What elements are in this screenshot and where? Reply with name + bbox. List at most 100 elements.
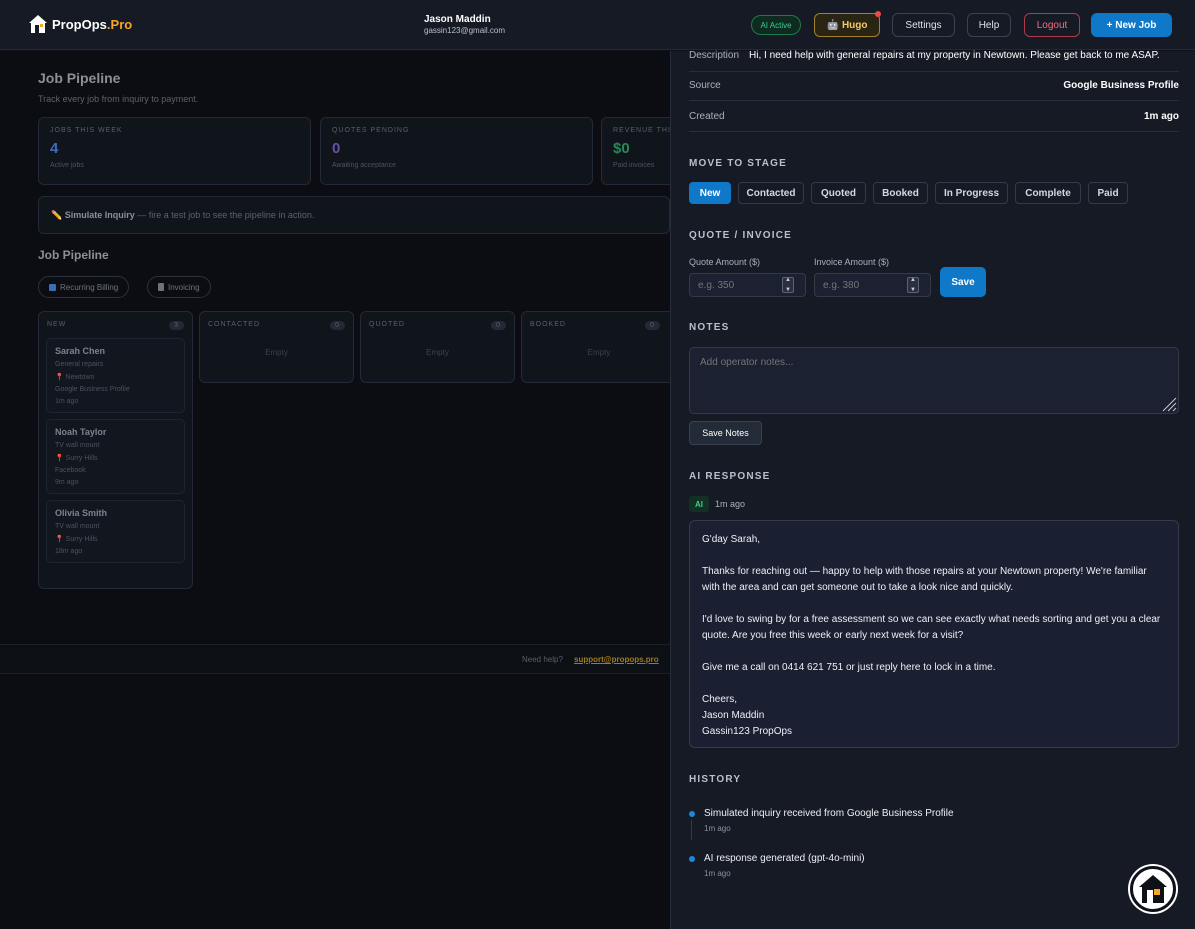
invoicing-chip[interactable]: Invoicing: [147, 276, 211, 298]
page-title: Job Pipeline: [38, 70, 121, 86]
quote-amount-label: Quote Amount ($): [689, 257, 761, 267]
description-row: Description Hi, I need help with general…: [689, 39, 1179, 72]
chat-launcher-button[interactable]: [1130, 866, 1176, 912]
ai-signoff-line: Cheers,: [702, 694, 738, 705]
hugo-label: Hugo: [841, 19, 868, 31]
ai-response-time: 1m ago: [715, 499, 746, 509]
app-logo[interactable]: PropOps.Pro: [28, 14, 132, 34]
quote-amount-stepper[interactable]: [782, 277, 794, 293]
app-name: PropOps.Pro: [52, 16, 133, 32]
column-count: 0: [491, 321, 506, 330]
save-amounts-button[interactable]: Save: [940, 267, 986, 297]
job-service: General repairs: [55, 361, 104, 368]
settings-button[interactable]: Settings: [892, 13, 955, 37]
new-job-button[interactable]: + New Job: [1091, 13, 1172, 37]
stat-value: $0: [613, 140, 630, 157]
stat-label: JOBS THIS WEEK: [50, 127, 123, 134]
pipeline-column-contacted: CONTACTED 0 Empty: [199, 311, 354, 383]
created-row: Created 1m ago: [689, 101, 1179, 132]
history-title: HISTORY: [689, 774, 742, 785]
ai-status-badge: AI Active: [751, 15, 801, 35]
quote-invoice-title: QUOTE / INVOICE: [689, 230, 793, 241]
job-source: Google Business Profile: [55, 386, 130, 393]
invoice-amount-label: Invoice Amount ($): [814, 257, 890, 267]
stage-button-paid[interactable]: Paid: [1088, 182, 1128, 204]
recurring-billing-chip[interactable]: Recurring Billing: [38, 276, 130, 298]
chip-label: Recurring Billing: [60, 282, 119, 292]
house-logo-icon: [29, 15, 47, 33]
simulate-label: Simulate Inquiry: [64, 210, 135, 220]
simulate-inquiry-bar[interactable]: ✏️ Simulate Inquiry — fire a test job to…: [38, 196, 670, 234]
column-count: 0: [330, 321, 345, 330]
history-text: Simulated inquiry received from Google B…: [704, 808, 954, 819]
source-row: Source Google Business Profile: [689, 70, 1179, 101]
calendar-icon: [49, 283, 56, 291]
resize-grip-icon[interactable]: [1161, 396, 1177, 412]
column-empty: Empty: [587, 348, 611, 357]
job-name: Olivia Smith: [55, 508, 108, 518]
history-text: AI response generated (gpt-4o-mini): [704, 853, 865, 864]
pipeline-column-quoted: QUOTED 0 Empty: [360, 311, 515, 383]
ai-response-body: G'day Sarah, Thanks for reaching out — h…: [689, 520, 1179, 748]
timeline-dot: [689, 811, 695, 817]
robot-icon: 🤖: [826, 19, 839, 31]
description-key: Description: [689, 49, 740, 61]
column-title: NEW: [47, 321, 67, 328]
stat-label: QUOTES PENDING: [332, 127, 410, 134]
move-to-stage-title: MOVE TO STAGE: [689, 158, 788, 169]
document-icon: [158, 283, 164, 291]
column-title: BOOKED: [530, 321, 566, 328]
source-value: Google Business Profile: [1063, 79, 1179, 91]
created-value: 1m ago: [1143, 110, 1179, 122]
chip-label: Invoicing: [168, 282, 200, 292]
stage-button-quoted[interactable]: Quoted: [811, 182, 866, 204]
history-time: 1m ago: [704, 869, 731, 878]
column-count: 0: [645, 321, 660, 330]
page-subtitle: Track every job from inquiry to payment.: [38, 94, 199, 104]
job-service: TV wall mount: [55, 523, 100, 530]
column-title: QUOTED: [369, 321, 405, 328]
notes-title: NOTES: [689, 322, 730, 333]
job-location: 📍 Newtown: [55, 374, 95, 381]
job-card[interactable]: Sarah Chen General repairs 📍 Newtown Goo…: [46, 338, 185, 413]
job-time: 9m ago: [55, 479, 79, 486]
dashboard-background: Job Pipeline Track every job from inquir…: [0, 51, 670, 929]
column-empty: Empty: [426, 348, 449, 357]
user-info: Jason Maddin gassin123@gmail.com: [424, 14, 505, 35]
job-location: 📍 Surry Hills: [55, 455, 98, 462]
job-card[interactable]: Noah Taylor TV wall mount 📍 Surry Hills …: [46, 419, 185, 494]
stat-card-jobs: JOBS THIS WEEK 4 Active jobs: [38, 117, 311, 185]
pipeline-column-booked: BOOKED 0 Empty: [521, 311, 670, 383]
job-time: 1m ago: [55, 398, 79, 405]
job-source: Facebook: [55, 467, 86, 474]
chat-launcher-icon: [1139, 875, 1167, 903]
footer-help-text: Need help?: [522, 655, 563, 664]
column-empty: Empty: [265, 348, 288, 357]
job-service: TV wall mount: [55, 442, 100, 449]
stage-button-complete[interactable]: Complete: [1015, 182, 1081, 204]
ai-paragraph: Thanks for reaching out — happy to help …: [702, 566, 1147, 593]
ai-signoff-line: Gassin123 PropOps: [702, 726, 793, 737]
stage-button-contacted[interactable]: Contacted: [738, 182, 804, 204]
timeline-dot: [689, 856, 695, 862]
stat-card-revenue: REVENUE THI $0 Paid invoices: [601, 117, 670, 185]
operator-notes-field[interactable]: [689, 347, 1179, 414]
stat-card-quotes: QUOTES PENDING 0 Awaiting acceptance: [320, 117, 593, 185]
pencil-icon: ✏️: [51, 210, 63, 220]
history-time: 1m ago: [704, 824, 731, 833]
pipeline-column-new: NEW 3 Sarah Chen General repairs 📍 Newto…: [38, 311, 193, 589]
stage-button-in-progress[interactable]: In Progress: [935, 182, 1008, 204]
save-notes-button[interactable]: Save Notes: [689, 421, 762, 445]
job-card[interactable]: Olivia Smith TV wall mount 📍 Surry Hills…: [46, 500, 185, 563]
ai-response-title: AI RESPONSE: [689, 471, 771, 482]
stage-button-booked[interactable]: Booked: [873, 182, 928, 204]
stage-button-new[interactable]: New: [689, 182, 731, 204]
simulate-description: — fire a test job to see the pipeline in…: [134, 210, 315, 220]
support-email-link[interactable]: support@propops.pro: [574, 655, 670, 664]
stat-label: REVENUE THI: [613, 127, 671, 134]
ai-paragraph: G'day Sarah,: [702, 534, 761, 545]
invoice-amount-stepper[interactable]: [907, 277, 919, 293]
hugo-button[interactable]: 🤖 Hugo: [814, 11, 881, 37]
help-button[interactable]: Help: [967, 13, 1011, 37]
logout-button[interactable]: Logout: [1024, 13, 1080, 37]
